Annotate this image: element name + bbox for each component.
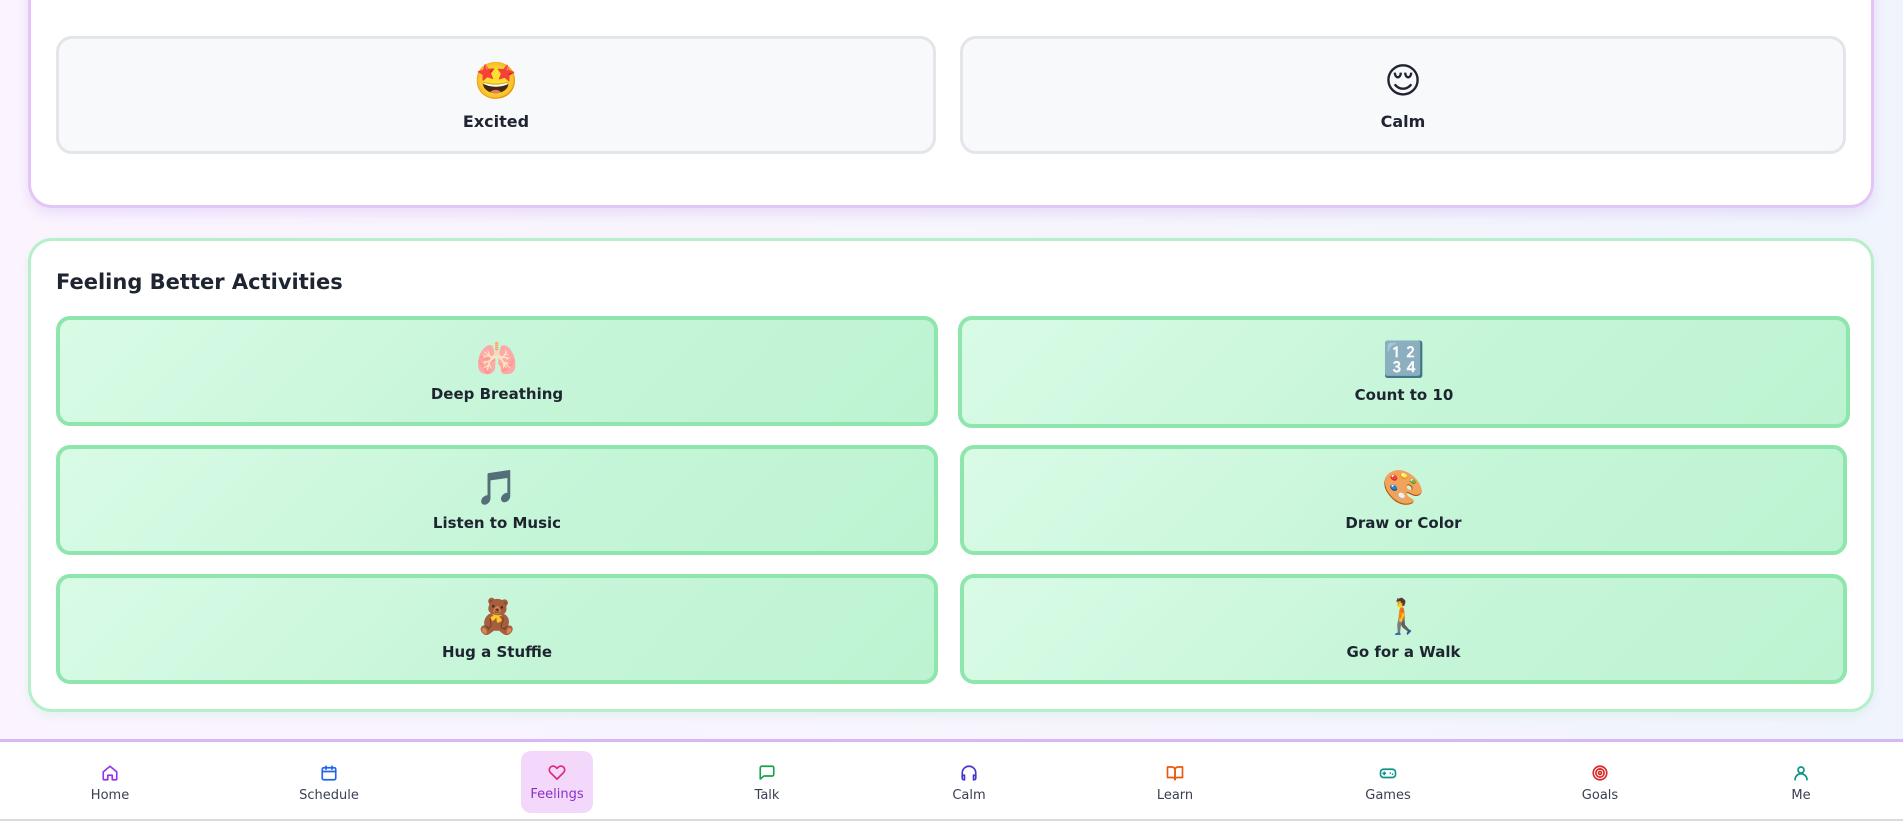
- activity-label: Go for a Walk: [1346, 643, 1461, 661]
- activity-label: Listen to Music: [432, 514, 562, 532]
- palette-icon: 🎨: [1382, 468, 1425, 508]
- user-icon: [1794, 765, 1808, 781]
- activity-count-to-10[interactable]: 🔢 Count to 10: [958, 316, 1850, 428]
- music-note-icon: 🎵: [475, 468, 519, 508]
- activity-draw-or-color[interactable]: 🎨 Draw or Color: [960, 445, 1847, 555]
- nav-label: Learn: [1156, 787, 1194, 803]
- walking-person-icon: 🚶: [1382, 597, 1425, 637]
- nav-feelings[interactable]: Feelings: [521, 751, 593, 813]
- numbers-icon: 🔢: [1382, 340, 1426, 380]
- nav-games[interactable]: Games: [1352, 752, 1424, 814]
- activity-label: Count to 10: [1354, 386, 1454, 404]
- heart-icon: [548, 764, 566, 780]
- activity-label: Hug a Stuffie: [441, 643, 553, 661]
- nav-label: Goals: [1581, 787, 1619, 803]
- relieved-face-icon: 😌: [1384, 60, 1422, 102]
- nav-label: Schedule: [299, 787, 359, 803]
- target-icon: [1592, 764, 1608, 781]
- nav-learn[interactable]: Learn: [1139, 752, 1211, 814]
- book-icon: [1166, 765, 1184, 781]
- nav-me[interactable]: Me: [1765, 752, 1837, 814]
- nav-schedule[interactable]: Schedule: [293, 752, 365, 814]
- feeling-label: Calm: [1380, 111, 1426, 131]
- lungs-icon: 🫁: [475, 339, 519, 379]
- feeling-tile-calm[interactable]: 😌 Calm: [960, 36, 1846, 154]
- nav-label: Home: [90, 787, 130, 803]
- calendar-icon: [321, 764, 337, 781]
- nav-label: Games: [1365, 787, 1411, 803]
- chat-icon: [759, 764, 775, 780]
- gamepad-icon: [1379, 767, 1397, 778]
- activity-hug-a-stuffie[interactable]: 🧸 Hug a Stuffie: [56, 574, 938, 684]
- bottom-nav: Home Schedule Feelings Talk Calm Learn G…: [0, 739, 1903, 821]
- nav-home[interactable]: Home: [74, 752, 146, 814]
- activity-deep-breathing[interactable]: 🫁 Deep Breathing: [56, 316, 938, 426]
- nav-label: Calm: [952, 787, 986, 803]
- activity-label: Deep Breathing: [430, 385, 564, 403]
- nav-label: Feelings: [530, 786, 584, 802]
- nav-talk[interactable]: Talk: [731, 752, 803, 814]
- home-icon: [102, 764, 118, 781]
- star-struck-icon: 🤩: [473, 60, 519, 102]
- activity-label: Draw or Color: [1345, 514, 1462, 532]
- feeling-tile-excited[interactable]: 🤩 Excited: [56, 36, 936, 154]
- activity-listen-to-music[interactable]: 🎵 Listen to Music: [56, 445, 938, 555]
- teddy-bear-icon: 🧸: [475, 597, 519, 637]
- nav-label: Talk: [754, 787, 780, 803]
- section-title: Feeling Better Activities: [56, 270, 343, 294]
- nav-label: Me: [1791, 787, 1811, 803]
- headphones-icon: [961, 764, 977, 781]
- feeling-label: Excited: [462, 111, 530, 131]
- nav-calm[interactable]: Calm: [933, 752, 1005, 814]
- feelings-card: 🤩 Excited 😌 Calm: [28, 0, 1874, 208]
- nav-goals[interactable]: Goals: [1564, 752, 1636, 814]
- activity-go-for-a-walk[interactable]: 🚶 Go for a Walk: [960, 574, 1847, 684]
- feeling-better-activities-card: Feeling Better Activities 🫁 Deep Breathi…: [28, 238, 1874, 712]
